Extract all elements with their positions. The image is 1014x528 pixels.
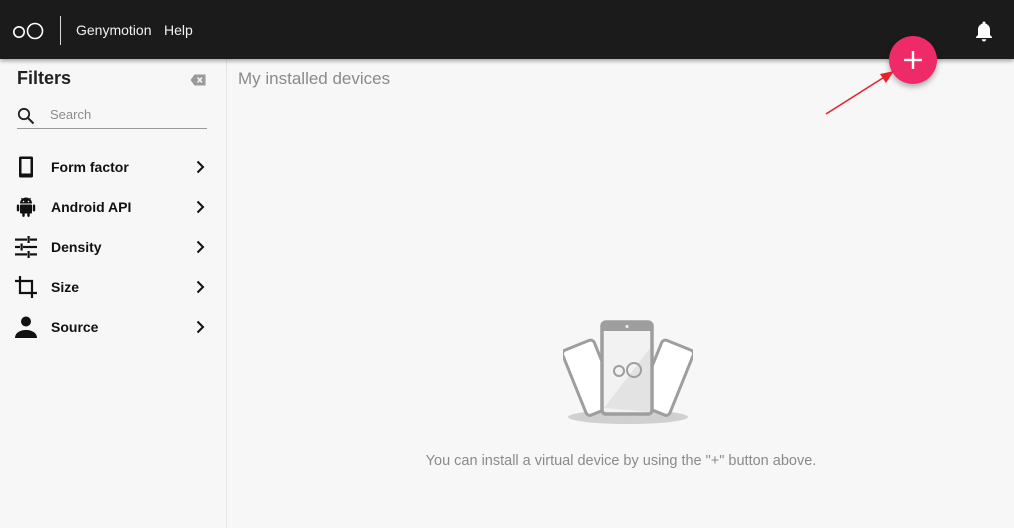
search-icon xyxy=(17,107,35,125)
android-icon xyxy=(16,197,36,217)
search-field[interactable] xyxy=(17,103,207,129)
menu-genymotion[interactable]: Genymotion xyxy=(76,22,151,38)
chevron-right-icon xyxy=(196,240,205,254)
filter-size[interactable]: Size xyxy=(0,267,227,307)
topbar-divider xyxy=(60,16,61,45)
filter-density[interactable]: Density xyxy=(0,227,227,267)
clear-filters-icon[interactable] xyxy=(190,73,206,86)
filter-label: Android API xyxy=(51,199,132,215)
search-input[interactable] xyxy=(50,104,200,124)
chevron-right-icon xyxy=(196,160,205,174)
top-app-bar: Genymotion Help xyxy=(0,0,1014,59)
sliders-icon xyxy=(15,236,37,258)
devices-illustration xyxy=(563,320,693,424)
empty-state-message: You can install a virtual device by usin… xyxy=(425,453,817,469)
person-icon xyxy=(15,316,37,338)
crop-icon xyxy=(15,276,37,298)
chevron-right-icon xyxy=(196,320,205,334)
main-content: My installed devices You can install a v… xyxy=(228,59,1014,528)
menu-help[interactable]: Help xyxy=(164,22,193,38)
filter-label: Density xyxy=(51,239,102,255)
chevron-right-icon xyxy=(196,200,205,214)
filters-sidebar: Filters Form factor xyxy=(0,59,227,528)
filter-android-api[interactable]: Android API xyxy=(0,187,227,227)
filter-source[interactable]: Source xyxy=(0,307,227,347)
annotation-arrow xyxy=(825,71,894,115)
filter-label: Form factor xyxy=(51,159,129,175)
filter-list: Form factor Android API Density Size Sou… xyxy=(0,147,227,347)
phone-icon xyxy=(19,156,33,178)
page-title: My installed devices xyxy=(238,69,391,88)
filter-form-factor[interactable]: Form factor xyxy=(0,147,227,187)
genymotion-logo[interactable] xyxy=(12,20,46,42)
logo-icon xyxy=(13,22,44,40)
filter-label: Source xyxy=(51,319,99,335)
filter-label: Size xyxy=(51,279,80,295)
filters-title: Filters xyxy=(17,68,72,88)
bell-icon[interactable] xyxy=(974,20,994,42)
chevron-right-icon xyxy=(196,280,205,294)
